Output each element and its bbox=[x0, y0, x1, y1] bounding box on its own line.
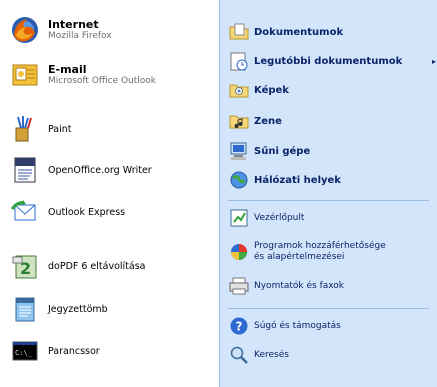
start-menu: Internet Mozilla Firefox E-mail Microsof… bbox=[0, 0, 437, 387]
place-item-network-places[interactable]: Hálózati helyek bbox=[220, 168, 437, 192]
recent-documents-icon bbox=[228, 50, 250, 72]
network-places-icon bbox=[228, 169, 250, 191]
right-pane-divider bbox=[228, 308, 429, 309]
music-folder-icon bbox=[228, 110, 250, 132]
recent-item-outlook-express[interactable]: Outlook Express bbox=[0, 192, 219, 232]
firefox-icon bbox=[9, 14, 41, 46]
control-panel-icon bbox=[228, 207, 250, 229]
recent-item-dopdf-uninstall[interactable]: 2 doPDF 6 eltávolítása bbox=[0, 246, 219, 286]
pictures-folder-icon bbox=[228, 79, 250, 101]
paint-icon bbox=[9, 113, 41, 145]
pinned-item-internet[interactable]: Internet Mozilla Firefox bbox=[0, 12, 219, 48]
system-item-label: Nyomtatók és faxok bbox=[254, 280, 345, 291]
printers-faxes-icon bbox=[228, 275, 250, 297]
openoffice-writer-icon bbox=[9, 154, 41, 186]
place-item-recent-documents[interactable]: Legutóbbi dokumentumok ▸ bbox=[220, 49, 437, 73]
place-item-pictures[interactable]: Képek bbox=[220, 78, 437, 102]
submenu-arrow-icon: ▸ bbox=[431, 56, 436, 66]
right-pane-divider bbox=[228, 200, 429, 201]
documents-folder-icon bbox=[228, 21, 250, 43]
recent-item-label: Paint bbox=[48, 123, 72, 135]
pinned-item-subtitle: Mozilla Firefox bbox=[48, 31, 112, 41]
help-icon: ? bbox=[228, 315, 250, 337]
start-menu-right-pane: Dokumentumok Legutóbbi dokumentumok ▸ Ké… bbox=[219, 0, 437, 387]
outlook-express-icon bbox=[9, 196, 41, 228]
place-item-label: Legutóbbi dokumentumok bbox=[254, 55, 403, 67]
place-item-documents[interactable]: Dokumentumok bbox=[220, 20, 437, 44]
system-item-printers-faxes[interactable]: Nyomtatók és faxok bbox=[220, 274, 437, 298]
place-item-label: Zene bbox=[254, 115, 282, 127]
command-prompt-icon: C:\_ bbox=[9, 335, 41, 367]
system-item-program-defaults[interactable]: Programok hozzáférhetősége és alapértelm… bbox=[220, 235, 437, 269]
svg-text:C:\_: C:\_ bbox=[15, 349, 33, 357]
pinned-item-email[interactable]: E-mail Microsoft Office Outlook bbox=[0, 57, 219, 93]
recent-item-openoffice-writer[interactable]: OpenOffice.org Writer bbox=[0, 150, 219, 190]
help-item-label: Keresés bbox=[254, 349, 289, 360]
place-item-label: Hálózati helyek bbox=[254, 174, 341, 186]
place-item-my-computer[interactable]: Sűni gépe bbox=[220, 139, 437, 163]
system-item-label-line1: Programok hozzáférhetősége bbox=[254, 241, 386, 251]
my-computer-icon bbox=[228, 140, 250, 162]
recent-item-label: Outlook Express bbox=[48, 206, 126, 218]
notepad-icon bbox=[9, 293, 41, 325]
recent-item-label: Parancssor bbox=[48, 345, 100, 357]
help-item-label: Súgó és támogatás bbox=[254, 320, 341, 331]
help-item-help-support[interactable]: ? Súgó és támogatás bbox=[220, 314, 437, 338]
system-item-control-panel[interactable]: Vezérlőpult bbox=[220, 206, 437, 230]
place-item-music[interactable]: Zene bbox=[220, 109, 437, 133]
pinned-item-title: Internet bbox=[48, 18, 99, 31]
dopdf-uninstall-icon: 2 bbox=[9, 250, 41, 282]
start-menu-left-pane: Internet Mozilla Firefox E-mail Microsof… bbox=[0, 0, 219, 387]
recent-item-label: OpenOffice.org Writer bbox=[48, 164, 152, 176]
system-item-label: Vezérlőpult bbox=[254, 212, 305, 223]
search-icon bbox=[228, 344, 250, 366]
outlook-icon bbox=[9, 59, 41, 91]
program-defaults-icon bbox=[228, 241, 250, 263]
help-item-search[interactable]: Keresés bbox=[220, 343, 437, 367]
place-item-label: Dokumentumok bbox=[254, 26, 344, 38]
recent-item-notepad[interactable]: Jegyzettömb bbox=[0, 289, 219, 329]
svg-text:?: ? bbox=[236, 320, 243, 334]
recent-item-command-prompt[interactable]: C:\_ Parancssor bbox=[0, 331, 219, 371]
recent-item-paint[interactable]: Paint bbox=[0, 109, 219, 149]
recent-item-label: doPDF 6 eltávolítása bbox=[48, 260, 146, 272]
place-item-label: Képek bbox=[254, 84, 289, 96]
pinned-item-title: E-mail bbox=[48, 63, 87, 76]
pinned-item-subtitle: Microsoft Office Outlook bbox=[48, 76, 156, 86]
place-item-label: Sűni gépe bbox=[254, 145, 311, 157]
recent-item-label: Jegyzettömb bbox=[48, 303, 108, 315]
system-item-label-line2: és alapértelmezései bbox=[254, 252, 345, 262]
